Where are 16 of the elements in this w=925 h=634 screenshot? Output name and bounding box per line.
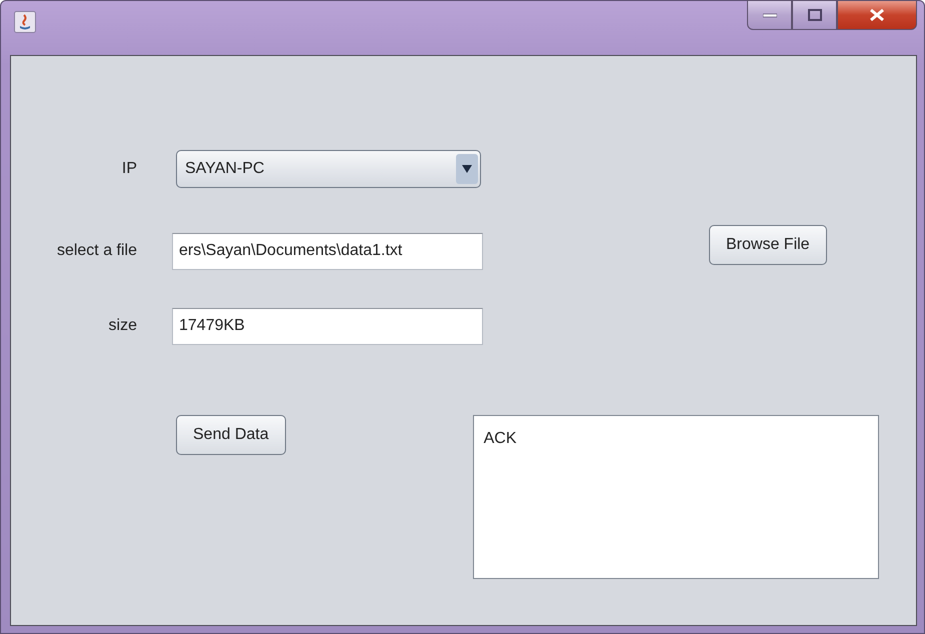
browse-file-button[interactable]: Browse File (709, 225, 827, 265)
close-button[interactable] (837, 0, 917, 30)
size-label: size (108, 317, 137, 335)
ip-label: IP (120, 160, 137, 178)
maximize-icon (808, 9, 822, 21)
send-data-button[interactable]: Send Data (176, 415, 286, 455)
minimize-button[interactable] (747, 0, 792, 30)
size-field[interactable]: 17479KB (172, 308, 483, 344)
output-text-area[interactable]: ACK (472, 415, 879, 579)
close-icon (869, 8, 885, 22)
ip-dropdown[interactable]: SAYAN-PC (176, 150, 481, 188)
maximize-button[interactable] (792, 0, 837, 30)
file-label: select a file (56, 242, 137, 260)
file-path-field[interactable]: ers\Sayan\Documents\data1.txt (172, 232, 483, 270)
minimize-icon (762, 12, 776, 18)
app-icon (14, 11, 36, 33)
